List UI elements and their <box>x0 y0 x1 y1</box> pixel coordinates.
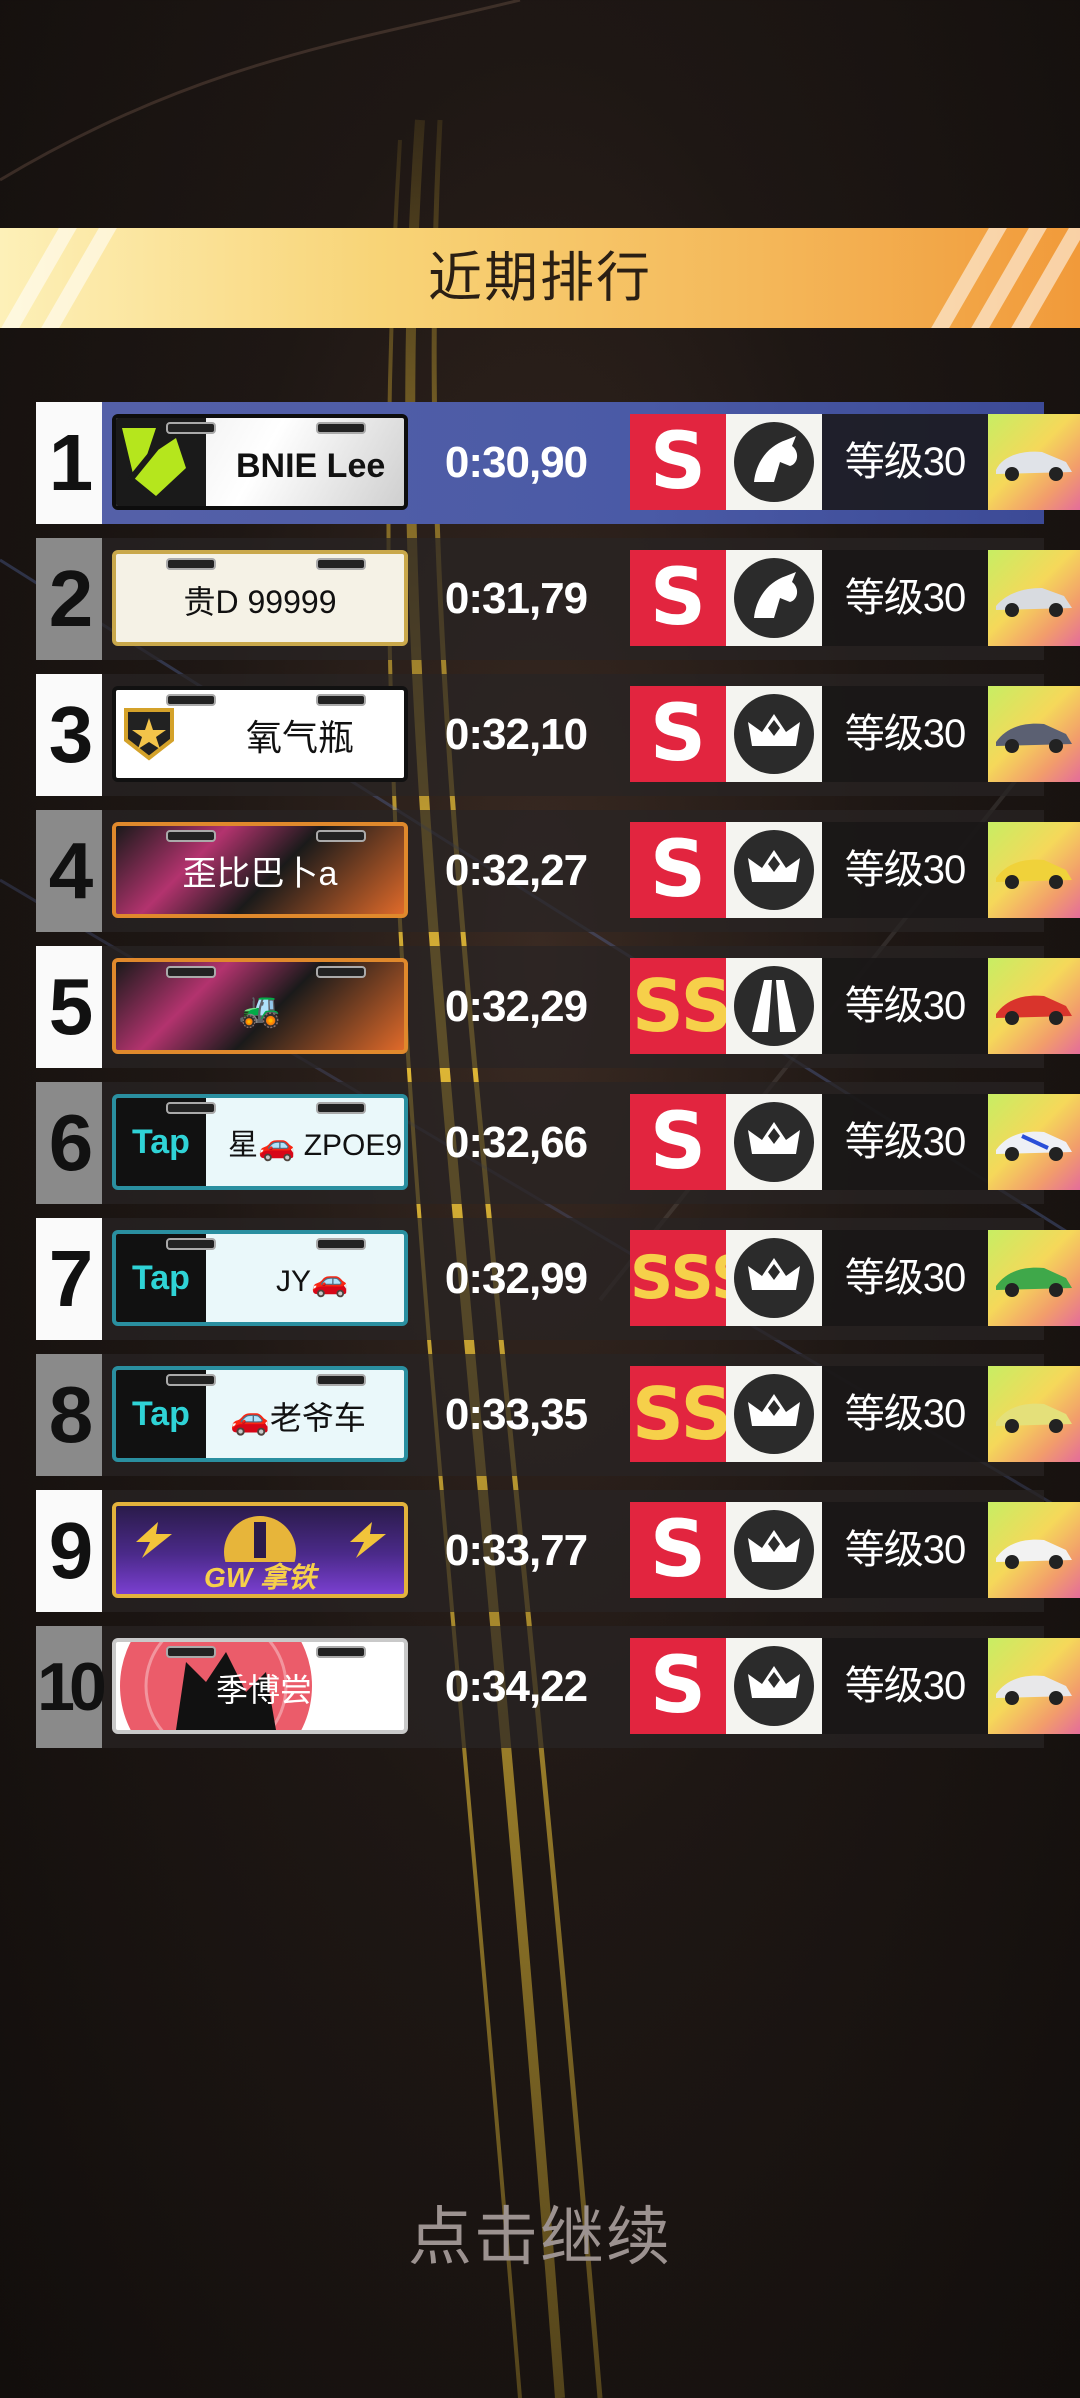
horse-icon <box>726 550 822 646</box>
plate-text: 季博尝 <box>216 1672 313 1708</box>
plate-text: 贵D 99999 <box>183 584 337 620</box>
grade-badge: S <box>630 1094 726 1190</box>
car-thumbnail <box>988 1502 1080 1598</box>
leaderboard-row[interactable]: 10 季博尝 0:34,22 S 等级30 <box>36 1626 1080 1748</box>
car-thumbnail <box>988 550 1080 646</box>
level-label: 等级30 <box>822 1638 988 1734</box>
leaderboard-row[interactable]: 3 氧气瓶 0:32,10 S 等级30 <box>36 674 1080 796</box>
crown-icon <box>726 822 822 918</box>
level-label: 等级30 <box>822 1094 988 1190</box>
license-plate: 🚜 <box>112 958 408 1054</box>
leaderboard-row[interactable]: 6 Tap 星🚗 ZPOE9 0:32,66 S 等级30 <box>36 1082 1080 1204</box>
road-icon <box>726 958 822 1054</box>
plate-text: 氧气瓶 <box>246 717 355 758</box>
page-title: 近期排行 <box>428 248 652 308</box>
license-plate: GW 拿铁 <box>112 1502 408 1598</box>
crown-icon <box>726 1638 822 1734</box>
race-time: 0:32,29 <box>444 982 588 1031</box>
leaderboard-row[interactable]: 9 GW 拿铁 0:33,77 S 等级30 <box>36 1490 1080 1612</box>
car-thumbnail <box>988 822 1080 918</box>
grade-badge: S <box>630 1502 726 1598</box>
license-plate: 贵D 99999 <box>112 550 408 646</box>
grade-badge: SS <box>630 958 726 1054</box>
leaderboard-row[interactable]: 1 BNIE Lee 0:30,90 S 等级30 <box>36 402 1080 524</box>
car-thumbnail <box>988 1638 1080 1734</box>
leaderboard-row[interactable]: 2 贵D 99999 0:31,79 S 等级30 <box>36 538 1080 660</box>
license-plate: Tap 星🚗 ZPOE9 <box>112 1094 408 1190</box>
crown-icon <box>726 686 822 782</box>
grade-badge: S <box>630 414 726 510</box>
rank-number: 9 <box>36 1490 102 1612</box>
grade-badge: S <box>630 822 726 918</box>
level-label: 等级30 <box>822 958 988 1054</box>
plate-text: GW 拿铁 <box>204 1562 316 1593</box>
grade-badge: SS <box>630 1366 726 1462</box>
level-label: 等级30 <box>822 1366 988 1462</box>
rank-number: 1 <box>36 402 102 524</box>
rank-number: 7 <box>36 1218 102 1340</box>
race-time: 0:33,77 <box>444 1526 588 1575</box>
plate-text: 星🚗 ZPOE9 <box>228 1129 403 1162</box>
license-plate: Tap JY🚗 <box>112 1230 408 1326</box>
star-shield-icon <box>124 708 174 761</box>
level-label: 等级30 <box>822 822 988 918</box>
car-thumbnail <box>988 686 1080 782</box>
rank-number: 8 <box>36 1354 102 1476</box>
plate-text: 歪比巴卜a <box>182 855 338 893</box>
license-plate: 氧气瓶 <box>112 686 408 782</box>
level-label: 等级30 <box>822 1230 988 1326</box>
car-thumbnail <box>988 414 1080 510</box>
level-label: 等级30 <box>822 414 988 510</box>
race-time: 0:32,99 <box>444 1254 588 1303</box>
car-thumbnail <box>988 1366 1080 1462</box>
rank-number: 5 <box>36 946 102 1068</box>
leaderboard-row[interactable]: 8 Tap 🚗老爷车 0:33,35 SS 等级30 <box>36 1354 1080 1476</box>
crown-icon <box>726 1094 822 1190</box>
level-label: 等级30 <box>822 686 988 782</box>
plate-text: BNIE Lee <box>236 447 386 485</box>
rank-number: 6 <box>36 1082 102 1204</box>
tap-to-continue-button[interactable]: 点击继续 <box>0 2186 1080 2278</box>
grade-badge: S <box>630 686 726 782</box>
race-time: 0:34,22 <box>444 1662 588 1711</box>
license-plate: BNIE Lee <box>112 414 408 510</box>
license-plate: 季博尝 <box>112 1638 408 1734</box>
race-time: 0:30,90 <box>444 438 588 487</box>
crown-icon <box>726 1230 822 1326</box>
leaderboard-row[interactable]: 4 歪比巴卜a 0:32,27 S 等级30 <box>36 810 1080 932</box>
grade-badge: SSS <box>630 1230 726 1326</box>
car-thumbnail <box>988 958 1080 1054</box>
rank-number: 2 <box>36 538 102 660</box>
rank-number: 4 <box>36 810 102 932</box>
rank-number: 3 <box>36 674 102 796</box>
race-time: 0:33,35 <box>444 1390 588 1439</box>
horse-icon <box>726 414 822 510</box>
race-time: 0:32,10 <box>444 710 588 759</box>
title-banner: 近期排行 <box>0 228 1080 328</box>
license-plate: 歪比巴卜a <box>112 822 408 918</box>
crown-icon <box>726 1502 822 1598</box>
race-time: 0:32,66 <box>444 1118 588 1167</box>
grade-badge: S <box>630 550 726 646</box>
plate-text: JY🚗 <box>276 1265 349 1298</box>
car-thumbnail <box>988 1094 1080 1190</box>
crown-icon <box>726 1366 822 1462</box>
leaderboard-row[interactable]: 5 🚜 0:32,29 SS 等级30 <box>36 946 1080 1068</box>
race-time: 0:32,27 <box>444 846 588 895</box>
car-thumbnail <box>988 1230 1080 1326</box>
leaderboard-row[interactable]: 7 Tap JY🚗 0:32,99 SSS 等级30 <box>36 1218 1080 1340</box>
grade-badge: S <box>630 1638 726 1734</box>
race-time: 0:31,79 <box>444 574 588 623</box>
level-label: 等级30 <box>822 550 988 646</box>
license-plate: Tap 🚗老爷车 <box>112 1366 408 1462</box>
rank-number: 10 <box>36 1626 107 1748</box>
plate-text: 🚗老爷车 <box>230 1400 366 1436</box>
level-label: 等级30 <box>822 1502 988 1598</box>
plate-text: 🚜 <box>238 991 282 1029</box>
